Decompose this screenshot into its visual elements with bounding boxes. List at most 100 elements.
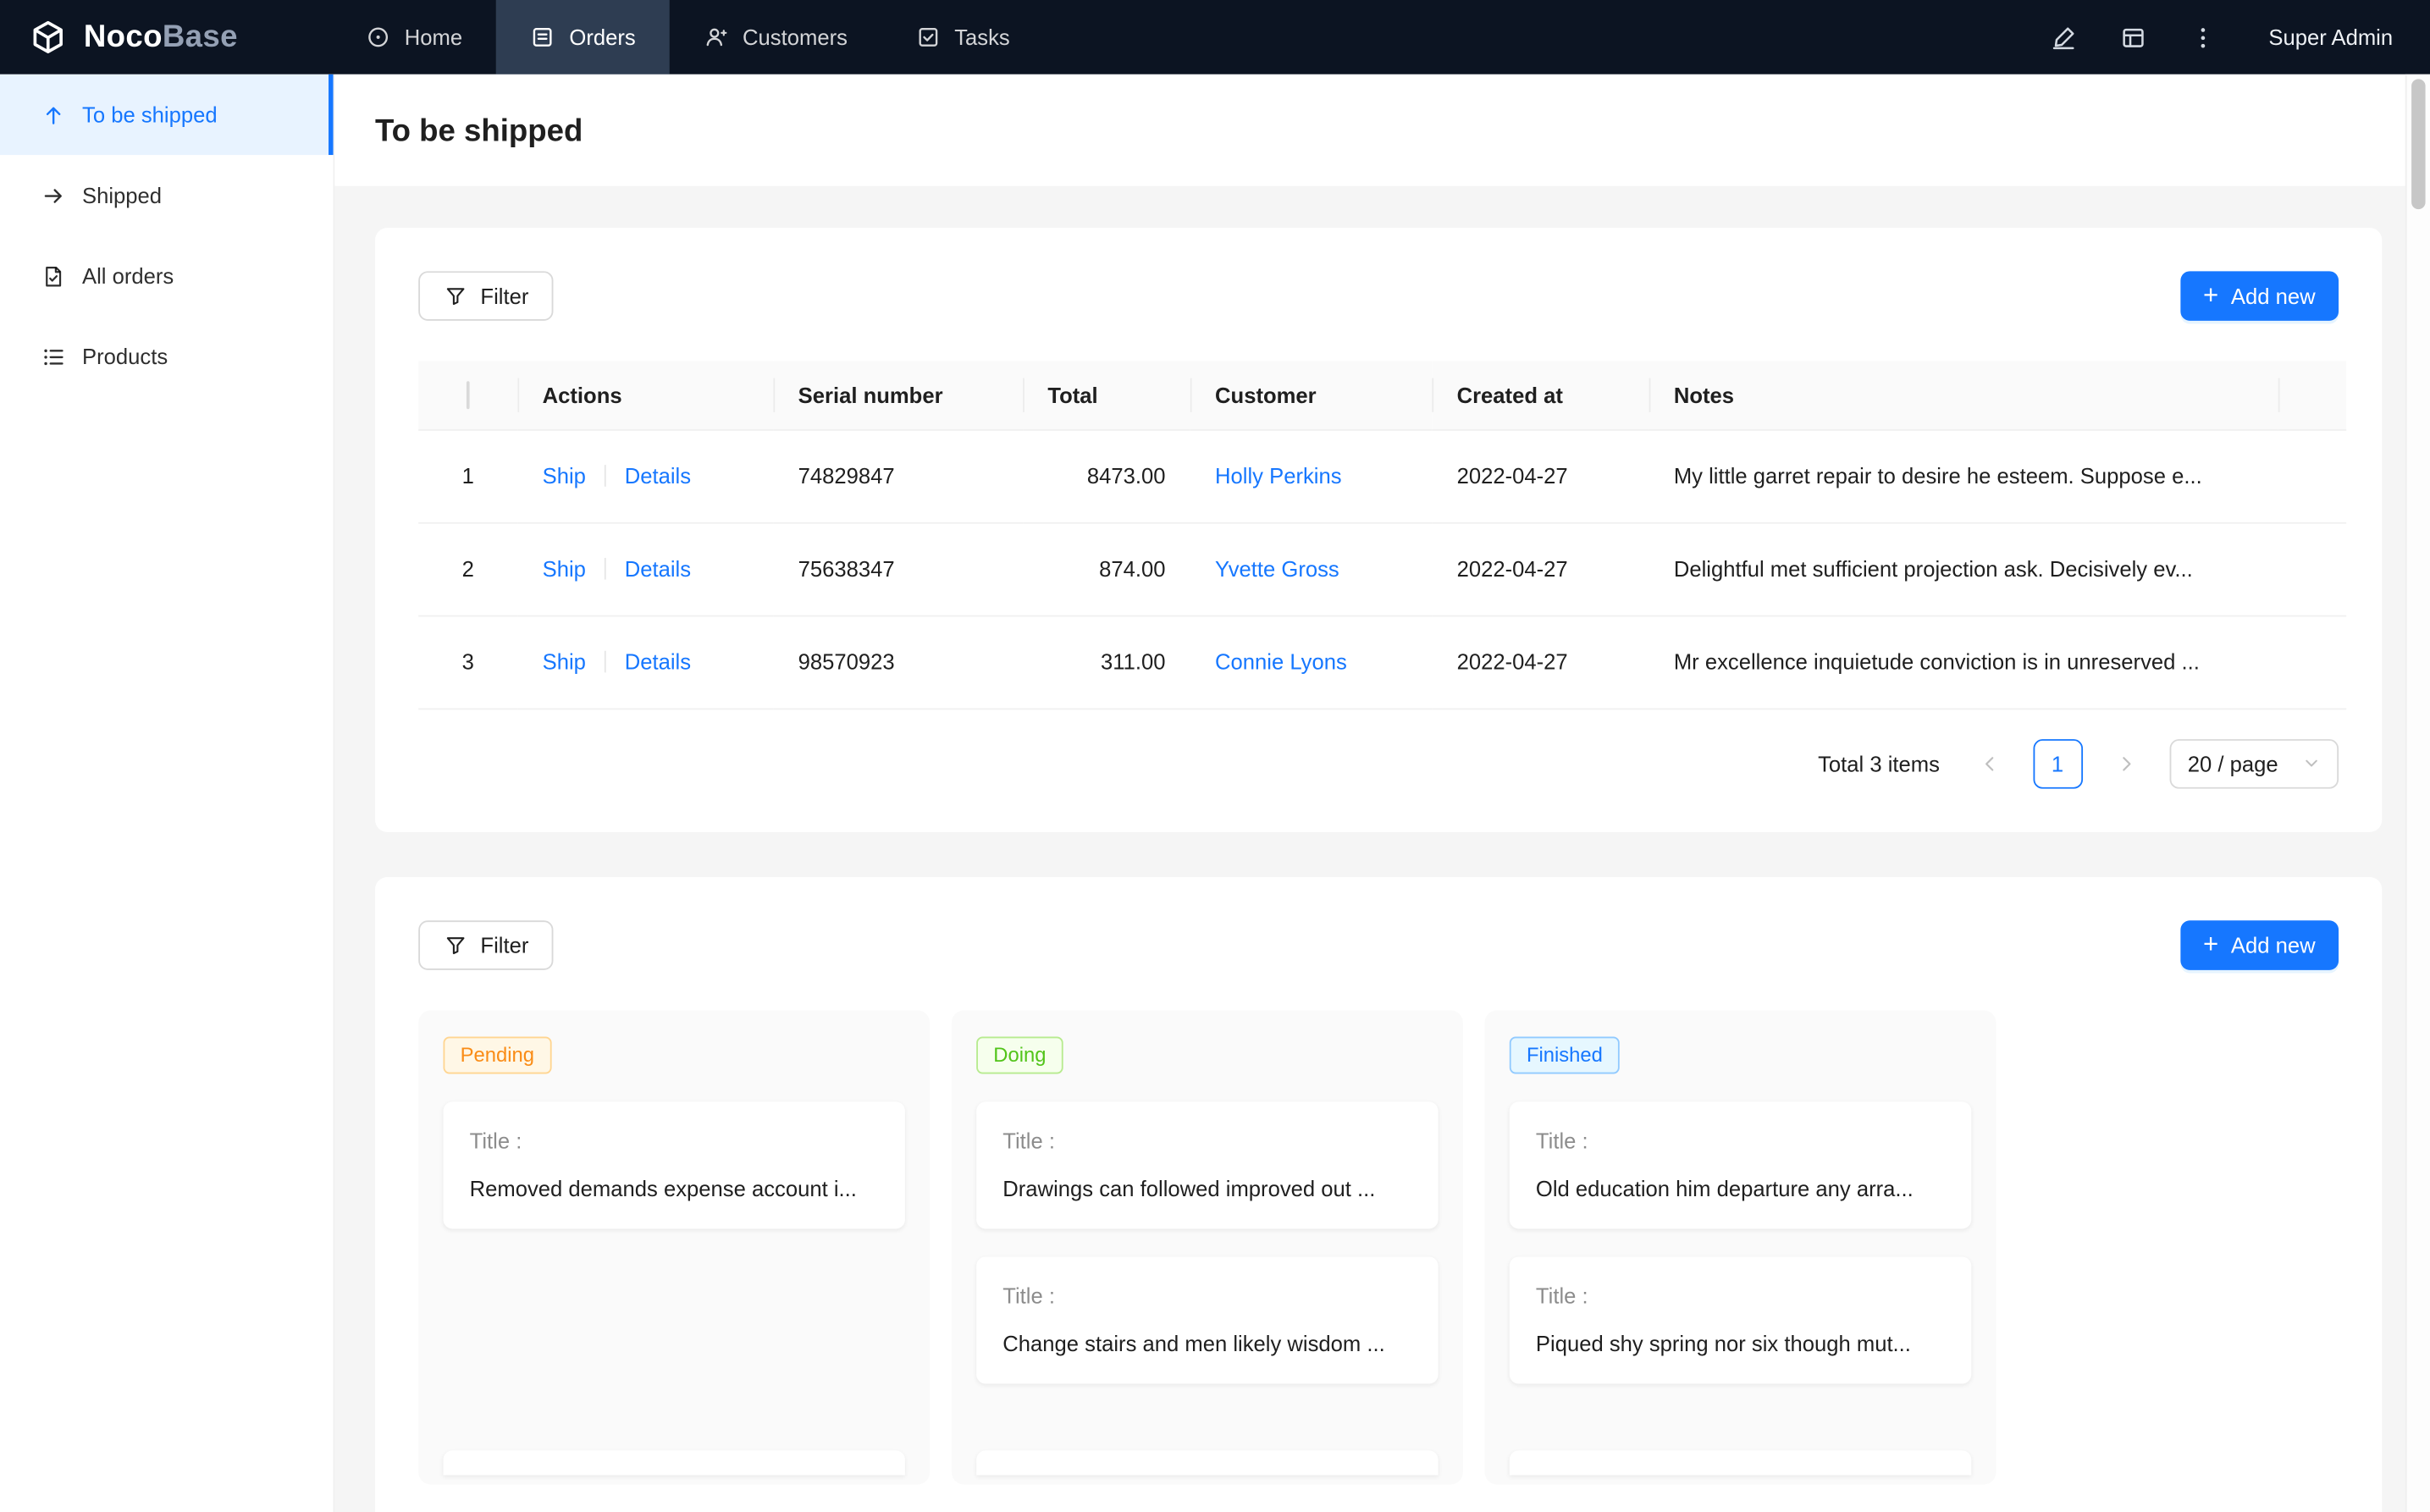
customers-icon (704, 25, 728, 49)
kanban-card[interactable]: Title : Change stairs and men likely wis… (976, 1256, 1438, 1383)
pagination-page-1-button[interactable]: 1 (2033, 738, 2083, 788)
tasks-kanban-block: Filter + Add new Pending Title : Re (375, 876, 2382, 1512)
navbar-actions: Super Admin (2050, 0, 2430, 74)
sidebar-item-all-orders[interactable]: All orders (0, 235, 334, 316)
kanban-card-partial[interactable] (976, 1449, 1438, 1474)
pagination-prev-button[interactable] (1964, 738, 2014, 788)
table-row: 3 ShipDetails 98570923 311.00 Connie Lyo… (418, 615, 2346, 709)
filter-button-label: Filter (480, 934, 528, 956)
customer-link[interactable]: Yvette Gross (1215, 556, 1339, 581)
table-header-row: Actions Serial number Total Customer Cre… (418, 361, 2346, 429)
user-menu[interactable]: Super Admin (2268, 25, 2393, 49)
sidebar-item-to-be-shipped[interactable]: To be shipped (0, 74, 334, 155)
ship-action-link[interactable]: Ship (543, 649, 586, 674)
serial-cell: 98570923 (773, 615, 1023, 709)
card-title: Piqued shy spring nor six though mut... (1536, 1327, 1945, 1360)
ship-action-link[interactable]: Ship (543, 556, 586, 581)
details-action-link[interactable]: Details (625, 556, 691, 581)
nav-item-customers[interactable]: Customers (670, 0, 881, 74)
card-field-label: Title : (1536, 1124, 1945, 1156)
card-field-label: Title : (470, 1124, 879, 1156)
select-all-checkbox[interactable] (467, 381, 470, 409)
ui-editor-highlighter-icon[interactable] (2050, 23, 2078, 51)
total-cell: 874.00 (1023, 522, 1190, 615)
details-action-link[interactable]: Details (625, 649, 691, 674)
sidebar-item-shipped[interactable]: Shipped (0, 155, 334, 235)
card-field-label: Title : (1536, 1279, 1945, 1311)
empty-cell (2278, 615, 2347, 709)
row-index: 2 (418, 522, 517, 615)
card-field-label: Title : (1002, 1124, 1411, 1156)
action-divider (605, 558, 606, 580)
kanban-card[interactable]: Title : Piqued shy spring nor six though… (1510, 1256, 1971, 1383)
card-title: Old education him departure any arra... (1536, 1173, 1945, 1205)
nav-item-orders[interactable]: Orders (496, 0, 670, 74)
scrollbar-thumb[interactable] (2411, 79, 2425, 209)
details-action-link[interactable]: Details (625, 463, 691, 488)
actions-cell: Ship Details (517, 615, 773, 709)
card-title: Removed demands expense account i... (470, 1173, 879, 1205)
column-header-customer: Customer (1190, 361, 1433, 429)
notes-cell: Delightful met sufficient projection ask… (1649, 522, 2278, 615)
column-header-created-at: Created at (1432, 361, 1649, 429)
scrollbar-track[interactable] (2405, 74, 2430, 1512)
add-new-button[interactable]: + Add new (2180, 271, 2339, 321)
action-divider (605, 651, 606, 673)
sidebar-item-label: To be shipped (82, 102, 218, 127)
page-title: To be shipped (375, 114, 2390, 150)
customer-cell: Connie Lyons (1190, 615, 1433, 709)
customer-link[interactable]: Holly Perkins (1215, 463, 1342, 488)
sidebar-item-label: Shipped (82, 183, 162, 207)
page-size-select[interactable]: 20 / page (2169, 738, 2339, 788)
add-new-button-label: Add new (2231, 934, 2316, 956)
nav-item-label: Tasks (954, 25, 1010, 49)
plus-icon: + (2203, 930, 2218, 957)
column-header-notes: Notes (1649, 361, 2278, 429)
arrow-right-icon (41, 183, 65, 207)
chevron-down-icon (2303, 754, 2320, 771)
kanban-column-finished: Finished Title : Old education him depar… (1485, 1010, 1996, 1484)
ship-action-link[interactable]: Ship (543, 463, 586, 488)
serial-cell: 75638347 (773, 522, 1023, 615)
page-size-value: 20 / page (2188, 751, 2278, 775)
actions-cell: Ship Details (517, 429, 773, 522)
app-body: To be shipped Shipped All orders Product… (0, 74, 2430, 1512)
logo[interactable]: NocoBase (0, 0, 332, 74)
nav-item-tasks[interactable]: Tasks (881, 0, 1044, 74)
sidebar-item-label: Products (82, 344, 168, 368)
tasks-icon (915, 25, 940, 49)
plus-icon: + (2203, 282, 2218, 308)
kanban-board: Pending Title : Removed demands expense … (418, 1010, 2339, 1484)
filter-button[interactable]: Filter (418, 919, 553, 969)
table-row: 2 Ship Details 75638347 874.00 Yvette Gro… (418, 522, 2346, 615)
orders-icon (531, 25, 555, 49)
filter-button[interactable]: Filter (418, 271, 553, 321)
add-new-button[interactable]: + Add new (2180, 919, 2339, 969)
page-content: Filter + Add new (334, 186, 2430, 1512)
nav-item-label: Home (405, 25, 462, 49)
status-badge-doing: Doing (976, 1036, 1063, 1073)
card-title: Drawings can followed improved out ... (1002, 1173, 1411, 1205)
nav-item-home[interactable]: Home (332, 0, 497, 74)
kanban-card-partial[interactable] (1510, 1449, 1971, 1474)
card-field-label: Title : (1002, 1279, 1411, 1311)
kanban-card[interactable]: Title : Old education him departure any … (1510, 1101, 1971, 1228)
add-new-button-label: Add new (2231, 285, 2316, 307)
kanban-card[interactable]: Title : Removed demands expense account … (443, 1101, 904, 1228)
table-row: 1 ShipDetails 74829847 8473.00 Holly Per… (418, 429, 2346, 522)
empty-cell (2278, 429, 2347, 522)
customer-cell: Yvette Gross (1190, 522, 1433, 615)
sidebar-item-products[interactable]: Products (0, 316, 334, 396)
arrow-up-icon (41, 102, 65, 127)
database-icon[interactable] (2120, 23, 2148, 51)
created-at-cell: 2022-04-27 (1432, 429, 1649, 522)
kanban-card-partial[interactable] (443, 1449, 904, 1474)
empty-cell (2278, 522, 2347, 615)
kanban-column-doing: Doing Title : Drawings can followed impr… (952, 1010, 1463, 1484)
more-options-icon[interactable] (2190, 23, 2217, 51)
kanban-card[interactable]: Title : Drawings can followed improved o… (976, 1101, 1438, 1228)
customer-link[interactable]: Connie Lyons (1215, 649, 1347, 674)
pagination-next-button[interactable] (2101, 738, 2151, 788)
column-header-total: Total (1023, 361, 1190, 429)
nav-item-label: Orders (569, 25, 635, 49)
